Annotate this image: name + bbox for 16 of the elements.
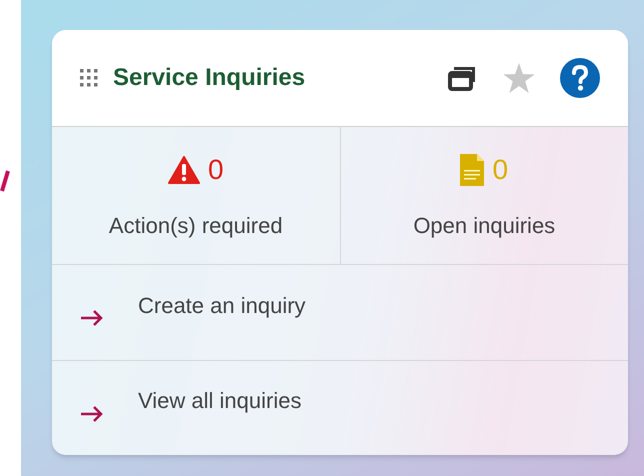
stat-label: Open inquiries [413, 212, 556, 240]
link-item[interactable]: Create an inquiry [52, 265, 628, 360]
drag-handle-icon[interactable] [80, 69, 98, 87]
stat-label: Action(s) required [108, 212, 283, 240]
link-item[interactable]: View all inquiries [52, 360, 628, 455]
warning-icon [168, 156, 200, 184]
star-icon[interactable] [503, 63, 535, 93]
count-value: 0 [492, 153, 508, 187]
card-title: Service Inquiries [113, 63, 306, 93]
arrow-icon [80, 309, 104, 328]
arrow-icon [80, 404, 104, 423]
count-value: 0 [208, 153, 224, 187]
help-icon[interactable] [560, 58, 600, 98]
windows-icon[interactable] [448, 64, 478, 92]
slash-mark-icon [0, 170, 10, 192]
document-icon [460, 154, 484, 186]
